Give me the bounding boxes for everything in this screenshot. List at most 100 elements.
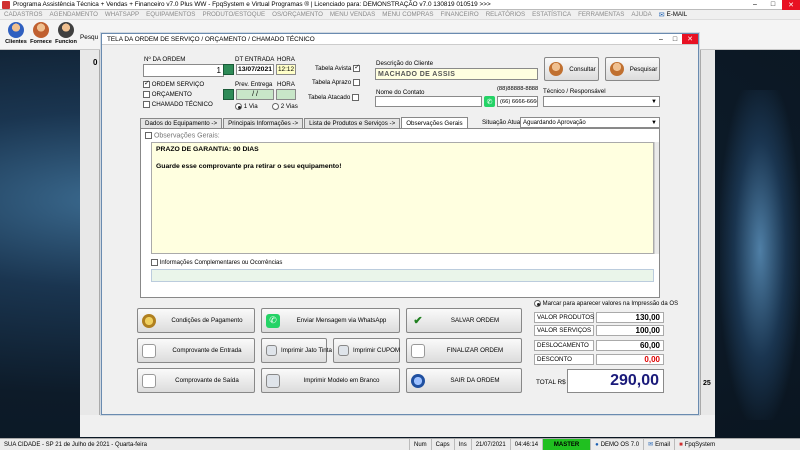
background-window-right: 25 [700,50,715,415]
menu-item[interactable]: AJUDA [631,11,651,18]
total-row: DESCONTO 0,00 [534,354,664,365]
situacao-select[interactable]: Aguardando Aprovação ▼ [520,117,660,128]
comprovante-saida-button[interactable]: Comprovante de Saída [137,368,255,393]
toolbar-clientes[interactable]: Clientes [4,22,28,48]
cliente-field[interactable]: MACHADO DE ASSIS [375,68,538,80]
tabela-avista-checkbox[interactable] [353,63,361,72]
tabela-atacado[interactable]: Tabela Atacado [308,94,360,101]
fone2-field[interactable]: (66) 6666-6666 [497,96,538,107]
total-row: DESLOCAMENTO 60,00 [534,340,664,351]
via-1[interactable]: 1 Via [235,103,258,110]
ordem-number-field[interactable]: 1 [143,64,224,77]
total-row-value[interactable]: 100,00 [596,325,664,336]
toolbar-fornece[interactable]: Fornece [29,22,53,48]
via-1-radio[interactable] [235,103,242,110]
info-checkbox[interactable] [151,259,158,266]
obs-line-1: PRAZO DE GARANTIA: 90 DIAS [156,146,259,153]
dialog-close-icon[interactable]: ✕ [682,34,698,44]
marcar-valores[interactable]: Marcar para aparecer valores na Impressã… [534,300,678,307]
via-2[interactable]: 2 Vias [272,103,298,110]
menu-item[interactable]: WHATSAPP [105,11,139,18]
total-row: VALOR SERVIÇOS 100,00 [534,325,664,336]
dt-entrada-field[interactable]: 13/07/2021 [236,64,274,75]
tipo-ordem-servico[interactable]: ORDEM SERVIÇO [143,79,204,88]
ordem-label: Nº DA ORDEM [144,56,186,63]
dialog-title-bar: TELA DA ORDEM DE SERVIÇO / ORÇAMENTO / C… [102,34,698,45]
calendar-icon[interactable] [223,64,234,75]
tabela-avista[interactable]: Tabela Avista [315,63,361,72]
menu-item[interactable]: MENU COMPRAS [382,11,433,18]
comprovante-entrada-button[interactable]: Comprovante de Entrada [137,338,255,363]
whatsapp-icon[interactable]: ✆ [484,96,495,107]
menu-item[interactable]: PRODUTO/ESTOQUE [202,11,265,18]
via-2-radio[interactable] [272,103,279,110]
info-field[interactable] [151,269,654,282]
total-row-label: VALOR PRODUTOS [534,312,594,323]
imprimir-jato-button[interactable]: Imprimir Jato Tinta [261,338,332,363]
supplier-icon [33,22,49,38]
total-row-value[interactable]: 130,00 [596,312,664,323]
pesquisa-tab-stub[interactable]: Pesqu [80,34,98,41]
imprimir-cupom-button[interactable]: Imprimir CUPOM [333,338,400,363]
close-icon[interactable]: ✕ [782,0,800,10]
status-hora: 04:46:14 [511,438,544,450]
pesquisar-button[interactable]: Pesquisar [605,57,660,81]
tabela-aprazo-checkbox[interactable] [352,79,360,86]
condicoes-pagamento-button[interactable]: Condições de Pagamento [137,308,255,333]
tab-observacoes-gerais[interactable]: Observações Gerais [401,117,468,128]
fone1: (88)88888-8888 [497,86,539,92]
ordem-servico-checkbox[interactable] [143,79,150,88]
menu-item[interactable]: RELATÓRIOS [486,11,525,18]
status-caps: Caps [432,438,455,450]
dialog-title: TELA DA ORDEM DE SERVIÇO / ORÇAMENTO / C… [107,35,315,43]
obs-header[interactable]: Observações Gerais: [145,132,220,139]
calendar-icon[interactable] [223,89,234,100]
hora-entrada-field[interactable]: 12:12 [276,64,296,75]
printer-icon [338,345,349,356]
tabela-atacado-checkbox[interactable] [352,94,360,101]
finalizar-ordem-button[interactable]: FINALIZAR ORDEM [406,338,522,363]
obs-scrollbar[interactable] [654,142,659,254]
status-email[interactable]: ✉ Email [644,438,676,450]
menu-item[interactable]: MENU VENDAS [330,11,375,18]
menu-item[interactable]: FINANCEIRO [441,11,479,18]
tabela-aprazo[interactable]: Tabela Aprazo [312,79,360,86]
menu-item[interactable]: OS/ORÇAMENTO [272,11,323,18]
enviar-whatsapp-button[interactable]: ✆ Enviar Mensagem via WhatsApp [261,308,400,333]
tipo-chamado[interactable]: CHAMADO TÉCNICO [143,101,213,108]
dialog-minimize-icon[interactable]: – [654,36,668,43]
menu-item[interactable]: ESTATÍSTICA [532,11,571,18]
menu-item[interactable]: EQUIPAMENTOS [146,11,195,18]
marcar-valores-radio[interactable] [534,300,541,307]
tab-lista-produtos[interactable]: Lista de Produtos e Serviços -> [304,118,401,128]
menu-email[interactable]: ✉ E-MAIL [659,11,688,19]
menu-item[interactable]: AGENDAMENTO [50,11,98,18]
dialog-maximize-icon[interactable]: □ [668,36,682,43]
desconto-value[interactable]: 0,00 [596,354,664,365]
info-complementares[interactable]: Informações Complementares ou Ocorrência… [151,259,282,266]
tab-dados-equipamento[interactable]: Dados do Equipamento -> [140,118,223,128]
tab-principais-informacoes[interactable]: Principais Informações -> [223,118,304,128]
total-label: TOTAL R$ [536,379,566,386]
minimize-icon[interactable]: – [746,0,764,10]
employee-icon [58,22,74,38]
orcamento-checkbox[interactable] [143,91,150,98]
maximize-icon[interactable]: □ [764,0,782,10]
menu-item[interactable]: CADASTROS [4,11,43,18]
tipo-orcamento[interactable]: ORÇAMENTO [143,91,192,98]
total-row-value[interactable]: 60,00 [596,340,664,351]
prev-entrega-field[interactable]: / / [236,89,274,100]
consultar-button[interactable]: Consultar [544,57,599,81]
sair-ordem-button[interactable]: SAIR DA ORDEM [406,368,522,393]
contato-field[interactable] [375,96,482,107]
chamado-checkbox[interactable] [143,101,150,108]
observacoes-textarea[interactable]: PRAZO DE GARANTIA: 90 DIAS Guarde esse c… [151,142,654,254]
obs-checkbox[interactable] [145,132,152,139]
tecnico-select[interactable]: ▼ [543,96,660,107]
hora-entrega-field[interactable] [276,89,296,100]
menu-item[interactable]: FERRAMENTAS [578,11,624,18]
status-ins: Ins [455,438,472,450]
salvar-ordem-button[interactable]: ✔ SALVAR ORDEM [406,308,522,333]
toolbar-funcion[interactable]: Funcion [54,22,78,48]
imprimir-modelo-button[interactable]: Imprimir Modelo em Branco [261,368,400,393]
